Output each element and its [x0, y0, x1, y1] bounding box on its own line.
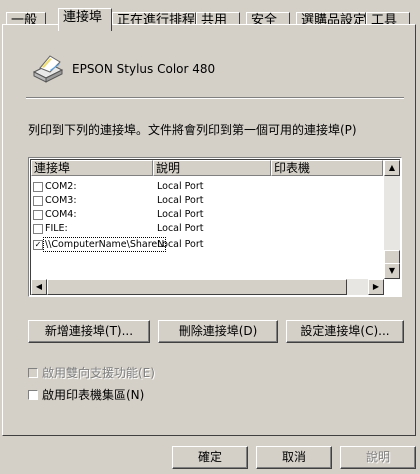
port-name: COM2:: [45, 181, 77, 192]
configure-port-button[interactable]: 設定連接埠(C)...: [286, 320, 404, 343]
column-header-port[interactable]: 連接埠: [31, 160, 153, 176]
ok-button[interactable]: 確定: [172, 446, 248, 469]
port-row[interactable]: COM3: Local Port: [31, 194, 383, 207]
help-button[interactable]: 說明: [340, 446, 416, 469]
port-list[interactable]: 連接埠 說明 印表機 COM2: Local Port COM3: Local …: [28, 157, 402, 297]
scroll-down-icon[interactable]: ▼: [384, 263, 400, 279]
port-row[interactable]: COM2: Local Port: [31, 180, 383, 193]
checkbox-checked[interactable]: ✓: [33, 240, 43, 250]
port-row-selected[interactable]: ✓ \\ComputerName\ShareN Local Port: [31, 237, 383, 252]
add-port-button[interactable]: 新增連接埠(T)...: [28, 320, 150, 343]
checkbox[interactable]: [33, 182, 43, 192]
scroll-thumb[interactable]: [384, 250, 400, 264]
separator: [26, 97, 404, 99]
horizontal-scrollbar[interactable]: ◀ ▶: [31, 279, 384, 295]
printer-name: EPSON Stylus Color 480: [72, 62, 216, 76]
instruction-text: 列印到下列的連接埠。文件將會列印到第一個可用的連接埠(P): [28, 123, 357, 137]
column-header-description[interactable]: 說明: [153, 160, 271, 176]
port-name: \\ComputerName\ShareN: [43, 237, 167, 252]
bidirectional-label: 啟用雙向支援功能(E): [42, 366, 155, 380]
scroll-up-icon[interactable]: ▲: [384, 160, 400, 176]
cancel-button[interactable]: 取消: [256, 446, 332, 469]
bidirectional-checkbox[interactable]: [28, 368, 38, 378]
printer-icon: [30, 52, 66, 86]
port-description: Local Port: [157, 239, 204, 250]
printer-pooling-label: 啟用印表機集區(N): [42, 388, 145, 402]
column-header-printer[interactable]: 印表機: [271, 160, 383, 176]
port-name: FILE:: [45, 223, 68, 234]
port-row[interactable]: FILE: Local Port: [31, 222, 383, 235]
tab-ports[interactable]: 連接埠: [58, 8, 112, 31]
port-description: Local Port: [157, 181, 204, 192]
port-name: COM3:: [45, 195, 77, 206]
printer-pooling-checkbox[interactable]: [28, 390, 38, 400]
vertical-scrollbar[interactable]: ▲ ▼: [384, 160, 400, 279]
checkbox[interactable]: [33, 224, 43, 234]
port-row[interactable]: COM4: Local Port: [31, 208, 383, 221]
port-description: Local Port: [157, 223, 204, 234]
port-name: COM4:: [45, 209, 77, 220]
port-description: Local Port: [157, 195, 204, 206]
delete-port-button[interactable]: 刪除連接埠(D): [158, 320, 278, 343]
checkbox[interactable]: [33, 196, 43, 206]
port-description: Local Port: [157, 209, 204, 220]
checkbox[interactable]: [33, 210, 43, 220]
port-list-body: 連接埠 說明 印表機 COM2: Local Port COM3: Local …: [30, 159, 400, 295]
scroll-thumb-horizontal[interactable]: [47, 279, 347, 295]
scroll-right-icon[interactable]: ▶: [368, 279, 384, 295]
scroll-left-icon[interactable]: ◀: [31, 279, 47, 295]
